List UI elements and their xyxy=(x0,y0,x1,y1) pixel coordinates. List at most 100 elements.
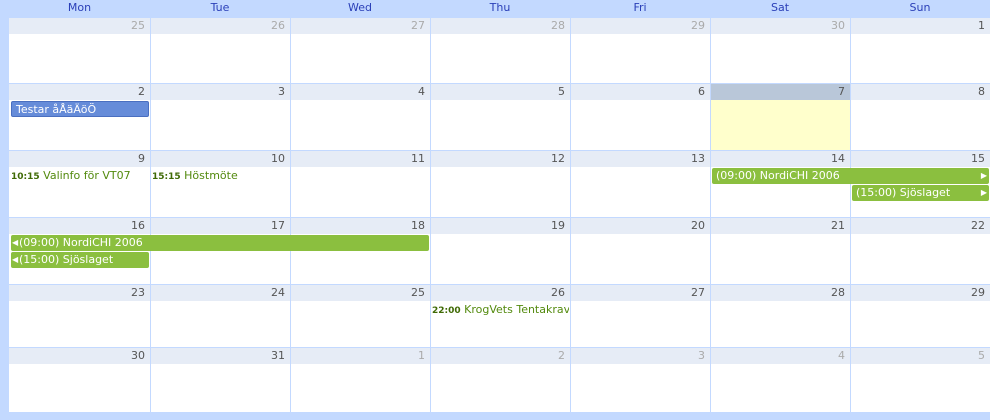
weekday-sun: Sun xyxy=(909,1,931,14)
day-cell[interactable]: 17 xyxy=(150,218,290,284)
day-number[interactable]: 7 xyxy=(711,84,850,100)
day-cell[interactable]: 25 xyxy=(9,18,150,83)
day-number[interactable]: 1 xyxy=(851,18,990,34)
day-number[interactable]: 5 xyxy=(851,348,990,364)
day-number[interactable]: 18 xyxy=(291,218,430,234)
event-bar[interactable]: ◀ (15:00) Sjöslaget xyxy=(11,252,149,268)
day-number[interactable]: 20 xyxy=(571,218,710,234)
event-title: Valinfo för VT07 xyxy=(43,169,131,182)
day-number[interactable]: 26 xyxy=(431,285,570,301)
day-number[interactable]: 30 xyxy=(9,348,150,364)
day-cell[interactable]: 11 xyxy=(290,151,430,217)
day-cell[interactable]: 7 xyxy=(710,84,850,150)
day-number[interactable]: 24 xyxy=(151,285,290,301)
day-cell[interactable]: 4 xyxy=(290,84,430,150)
day-cell[interactable]: 29 xyxy=(850,285,990,347)
day-cell[interactable]: 27 xyxy=(290,18,430,83)
day-number[interactable]: 30 xyxy=(711,18,850,34)
continues-right-icon: ▶ xyxy=(980,171,987,180)
day-cell[interactable]: 2 xyxy=(9,84,150,150)
day-cell[interactable]: 30 xyxy=(9,348,150,412)
day-cell[interactable]: 29 xyxy=(570,18,710,83)
day-number[interactable]: 2 xyxy=(9,84,150,100)
timed-event[interactable]: 15:15 Höstmöte xyxy=(152,168,289,185)
weekday-wed: Wed xyxy=(348,1,372,14)
day-number[interactable]: 8 xyxy=(851,84,990,100)
day-cell[interactable]: 3 xyxy=(150,84,290,150)
timed-event[interactable]: 10:15 Valinfo för VT07 xyxy=(11,168,149,185)
day-cell[interactable]: 30 xyxy=(710,18,850,83)
day-number[interactable]: 25 xyxy=(291,285,430,301)
day-number[interactable]: 22 xyxy=(851,218,990,234)
day-cell[interactable]: 19 xyxy=(430,218,570,284)
weekday-sat: Sat xyxy=(770,1,790,14)
event-title: (09:00) NordiCHI 2006 xyxy=(716,169,840,182)
day-cell[interactable]: 26 xyxy=(150,18,290,83)
day-cell[interactable]: 22 xyxy=(850,218,990,284)
event-bar[interactable]: Testar åÅäÄöÖ xyxy=(11,101,149,117)
event-title: (09:00) NordiCHI 2006 xyxy=(19,236,143,249)
day-cell[interactable]: 18 xyxy=(290,218,430,284)
day-number[interactable]: 19 xyxy=(431,218,570,234)
day-number[interactable]: 27 xyxy=(291,18,430,34)
day-number[interactable]: 16 xyxy=(9,218,150,234)
day-cell[interactable]: 8 xyxy=(850,84,990,150)
day-number[interactable]: 4 xyxy=(291,84,430,100)
day-number[interactable]: 9 xyxy=(9,151,150,167)
day-number[interactable]: 29 xyxy=(571,18,710,34)
day-number[interactable]: 21 xyxy=(711,218,850,234)
day-cell[interactable]: 5 xyxy=(850,348,990,412)
day-cell[interactable]: 16 xyxy=(9,218,150,284)
day-cell[interactable]: 15 xyxy=(850,151,990,217)
day-number[interactable]: 2 xyxy=(431,348,570,364)
day-cell[interactable]: 6 xyxy=(570,84,710,150)
day-number[interactable]: 13 xyxy=(571,151,710,167)
today-highlight xyxy=(711,100,850,150)
day-number[interactable]: 6 xyxy=(571,84,710,100)
day-number[interactable]: 10 xyxy=(151,151,290,167)
day-cell[interactable]: 21 xyxy=(710,218,850,284)
day-number[interactable]: 15 xyxy=(851,151,990,167)
event-bar[interactable]: (15:00) Sjöslaget ▶ xyxy=(852,185,989,201)
day-number[interactable]: 14 xyxy=(711,151,850,167)
event-title: (15:00) Sjöslaget xyxy=(856,186,951,199)
day-cell[interactable]: 1 xyxy=(290,348,430,412)
day-number[interactable]: 27 xyxy=(571,285,710,301)
day-number[interactable]: 25 xyxy=(9,18,150,34)
day-number[interactable]: 28 xyxy=(431,18,570,34)
day-cell[interactable]: 31 xyxy=(150,348,290,412)
day-cell[interactable]: 23 xyxy=(9,285,150,347)
day-number[interactable]: 11 xyxy=(291,151,430,167)
day-number[interactable]: 5 xyxy=(431,84,570,100)
day-number[interactable]: 29 xyxy=(851,285,990,301)
continues-left-icon: ◀ xyxy=(12,255,19,264)
day-number[interactable]: 17 xyxy=(151,218,290,234)
day-cell[interactable]: 12 xyxy=(430,151,570,217)
day-cell[interactable]: 4 xyxy=(710,348,850,412)
day-number[interactable]: 26 xyxy=(151,18,290,34)
day-number[interactable]: 28 xyxy=(711,285,850,301)
day-number[interactable]: 4 xyxy=(711,348,850,364)
day-number[interactable]: 3 xyxy=(151,84,290,100)
day-number[interactable]: 31 xyxy=(151,348,290,364)
day-number[interactable]: 3 xyxy=(571,348,710,364)
day-cell[interactable]: 1 xyxy=(850,18,990,83)
day-cell[interactable]: 5 xyxy=(430,84,570,150)
day-cell[interactable]: 13 xyxy=(570,151,710,217)
day-number[interactable]: 1 xyxy=(291,348,430,364)
day-cell[interactable]: 3 xyxy=(570,348,710,412)
day-cell[interactable]: 28 xyxy=(430,18,570,83)
day-number[interactable]: 12 xyxy=(431,151,570,167)
event-time: 10:15 xyxy=(11,172,40,182)
event-bar[interactable]: (09:00) NordiCHI 2006 ▶ xyxy=(712,168,989,184)
timed-event[interactable]: 22:00 KrogVets Tentakravall xyxy=(432,302,569,319)
day-cell[interactable]: 25 xyxy=(290,285,430,347)
day-cell[interactable]: 24 xyxy=(150,285,290,347)
day-cell[interactable]: 27 xyxy=(570,285,710,347)
day-cell[interactable]: 20 xyxy=(570,218,710,284)
day-cell[interactable]: 14 xyxy=(710,151,850,217)
event-bar[interactable]: ◀ (09:00) NordiCHI 2006 xyxy=(11,235,429,251)
day-cell[interactable]: 28 xyxy=(710,285,850,347)
day-number[interactable]: 23 xyxy=(9,285,150,301)
day-cell[interactable]: 2 xyxy=(430,348,570,412)
